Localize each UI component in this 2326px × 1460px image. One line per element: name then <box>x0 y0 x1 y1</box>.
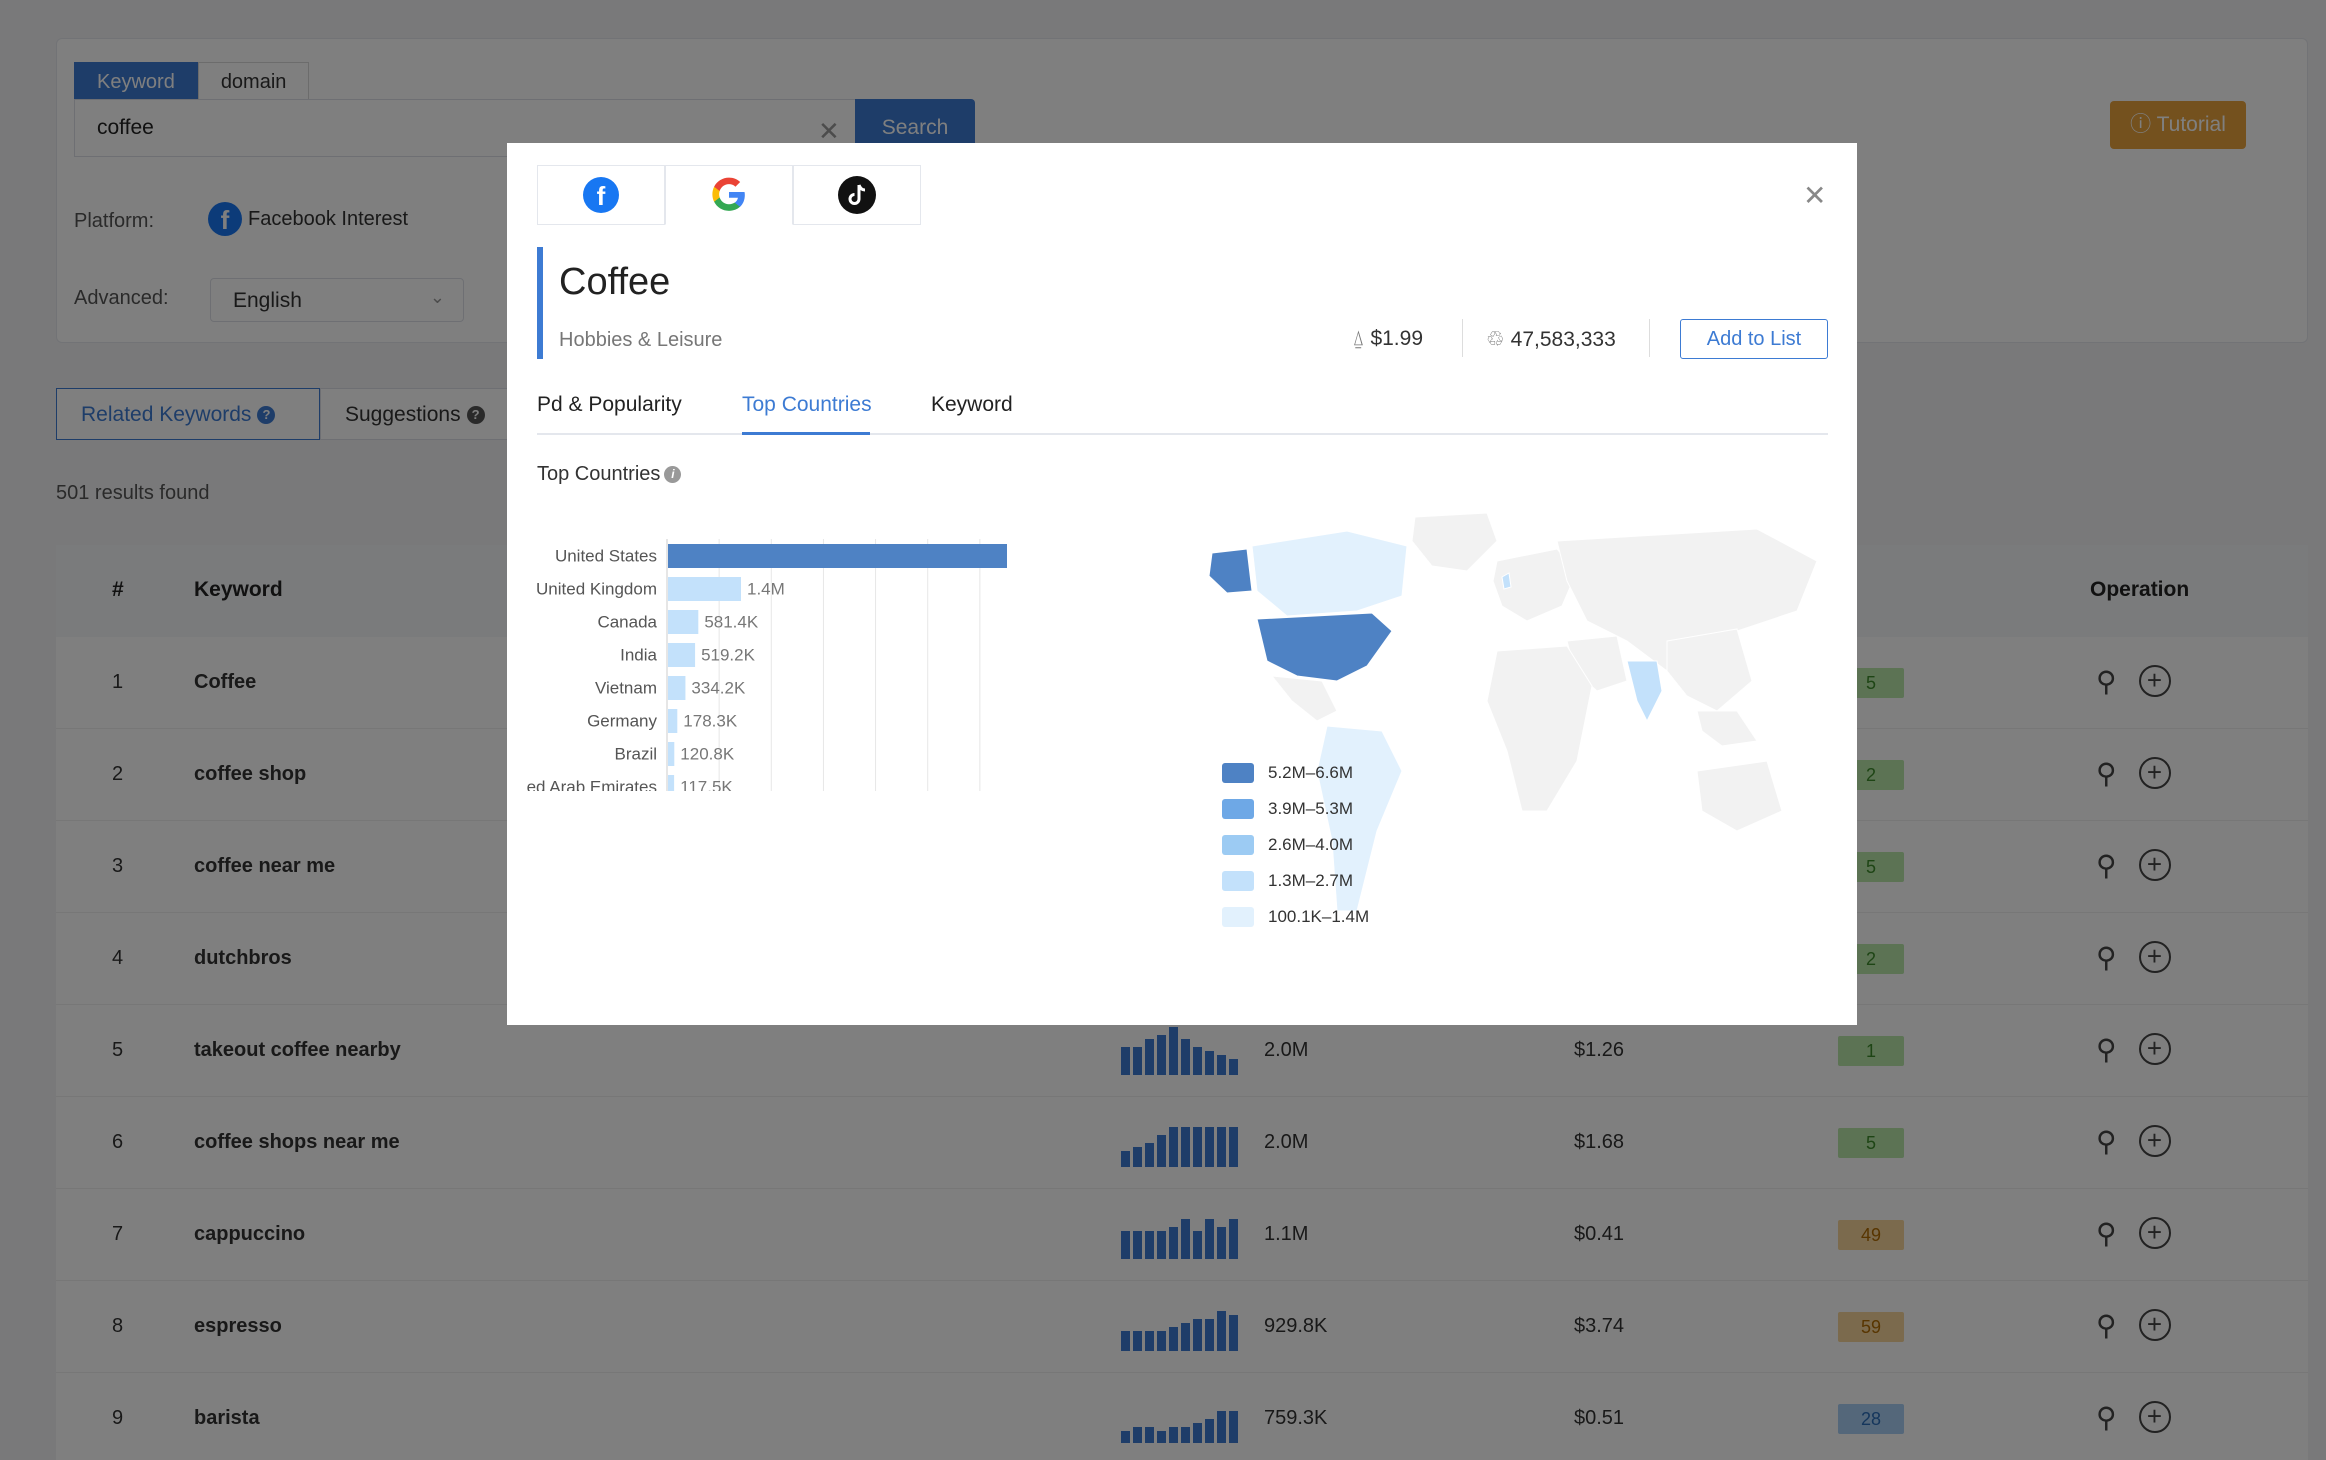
facebook-icon: f <box>583 177 619 213</box>
money-bag-icon: ⍙ <box>1352 327 1365 350</box>
map-greenland <box>1411 512 1498 572</box>
keyword-detail-modal: f ✕ Coffee Hobbies & Leisure ⍙ $1.99 ♲ 4… <box>507 143 1857 1025</box>
map-mexico-central <box>1270 675 1338 722</box>
legend-item: 3.9M–5.3M <box>1222 791 1369 827</box>
bar-value-label: 334.2K <box>691 679 746 698</box>
legend-swatch <box>1222 835 1254 855</box>
bar[interactable] <box>668 709 678 733</box>
bar-value-label: 120.8K <box>680 745 735 764</box>
category-label: Germany <box>587 712 657 731</box>
section-title: Top Countries i <box>537 463 682 486</box>
tab-pd-popularity[interactable]: Pd & Popularity <box>537 393 682 417</box>
bar-value-label: 178.3K <box>683 712 738 731</box>
legend-swatch <box>1222 871 1254 891</box>
legend-swatch <box>1222 799 1254 819</box>
category-label: United Kingdom <box>536 580 657 599</box>
legend-label: 100.1K–1.4M <box>1268 907 1370 926</box>
modal-title: Coffee <box>559 261 671 303</box>
category-label: India <box>620 646 657 665</box>
tab-facebook[interactable]: f <box>537 165 665 225</box>
bar[interactable] <box>668 742 675 766</box>
map-alaska <box>1208 548 1253 594</box>
legend-swatch <box>1222 907 1254 927</box>
map-united-states <box>1256 612 1393 682</box>
map-africa <box>1486 645 1593 812</box>
legend-label: 1.3M–2.7M <box>1268 871 1354 890</box>
tiktok-icon <box>838 176 876 214</box>
bar[interactable] <box>668 544 1007 568</box>
map-east-asia <box>1666 628 1753 712</box>
legend-label: 3.9M–5.3M <box>1268 799 1354 818</box>
info-icon: i <box>664 466 682 484</box>
bar-value-label: 519.2K <box>701 646 756 665</box>
legend-item: 100.1K–1.4M <box>1222 899 1369 935</box>
legend-label: 2.6M–4.0M <box>1268 835 1354 854</box>
bar[interactable] <box>668 577 741 601</box>
audience-icon: ♲ <box>1486 328 1505 351</box>
audience-value: 47,583,333 <box>1510 328 1616 351</box>
map-southeast-asia <box>1696 710 1758 747</box>
divider <box>1649 319 1650 357</box>
map-legend: 5.2M–6.6M 3.9M–5.3M 2.6M–4.0M 1.3M–2.7M … <box>1222 755 1369 935</box>
bar[interactable] <box>668 676 686 700</box>
category-label: Vietnam <box>595 679 657 698</box>
section-title-text: Top Countries <box>537 463 661 485</box>
bar-value-label: 1.4M <box>747 580 785 599</box>
price-stat: ⍙ $1.99 <box>1352 327 1423 351</box>
google-icon <box>712 177 745 211</box>
active-tab-underline <box>742 432 870 435</box>
category-label: Canada <box>597 613 657 632</box>
map-canada <box>1251 530 1408 617</box>
tabs-baseline <box>537 433 1828 435</box>
platform-tabs: f <box>537 165 921 225</box>
top-countries-bar-chart: 01.0M2.0M3.0M4.0M5.0M6.0M7.0MUnited Stat… <box>527 539 1007 792</box>
map-australia <box>1696 760 1783 832</box>
map-india <box>1626 660 1663 723</box>
legend-swatch <box>1222 763 1254 783</box>
legend-item: 2.6M–4.0M <box>1222 827 1369 863</box>
close-icon[interactable]: ✕ <box>1803 179 1826 212</box>
bar[interactable] <box>668 643 696 667</box>
bar-value-label: 117.5K <box>680 778 733 792</box>
category-label: United Arab Emirates <box>527 778 657 792</box>
add-to-list-button[interactable]: Add to List <box>1680 319 1828 359</box>
title-accent-bar <box>537 247 543 359</box>
modal-category: Hobbies & Leisure <box>559 329 723 351</box>
price-value: $1.99 <box>1370 327 1424 350</box>
audience-stat: ♲ 47,583,333 <box>1486 327 1616 352</box>
legend-label: 5.2M–6.6M <box>1268 763 1354 782</box>
tab-google[interactable] <box>665 165 793 225</box>
divider <box>1462 319 1463 357</box>
legend-item: 5.2M–6.6M <box>1222 755 1369 791</box>
tab-tiktok[interactable] <box>793 165 921 225</box>
tab-top-countries[interactable]: Top Countries <box>742 393 872 417</box>
bar[interactable] <box>668 610 699 634</box>
category-label: Brazil <box>614 745 657 764</box>
legend-item: 1.3M–2.7M <box>1222 863 1369 899</box>
bar[interactable] <box>668 775 675 791</box>
tab-keyword[interactable]: Keyword <box>931 393 1013 417</box>
bar-value-label: 581.4K <box>704 613 759 632</box>
category-label: United States <box>555 547 657 566</box>
